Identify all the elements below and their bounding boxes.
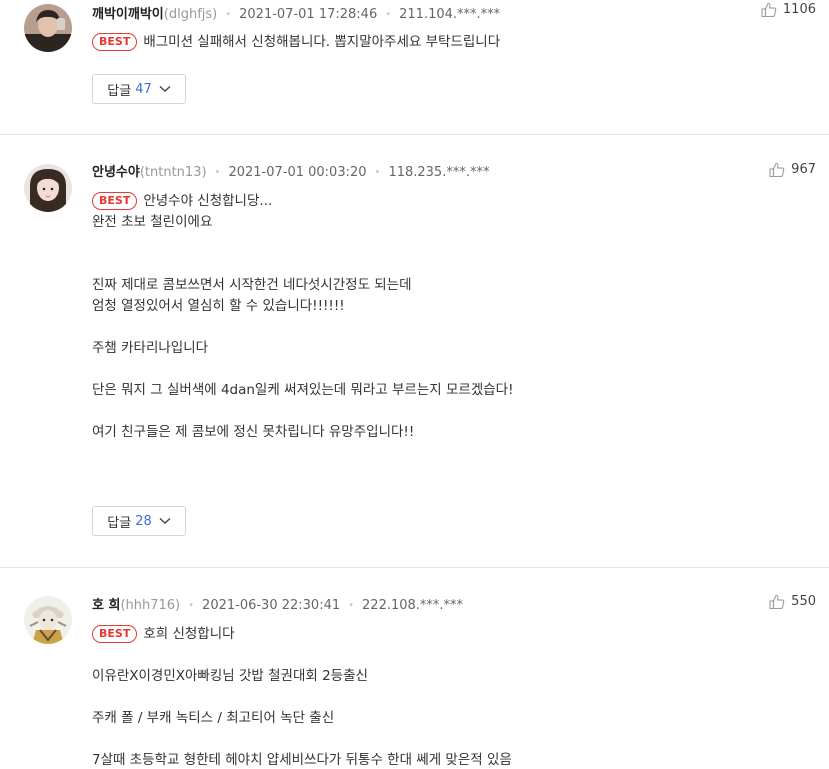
comment-line: [92, 401, 809, 422]
avatar[interactable]: [24, 164, 72, 212]
reply-count: 47: [135, 81, 152, 97]
nickname[interactable]: 안녕수야: [92, 165, 140, 180]
comment-date: 2021-07-01 00:03:20: [228, 165, 367, 180]
comment-line: [92, 645, 809, 666]
comment-date: 2021-06-30 22:30:41: [202, 598, 341, 613]
comment-meta: 안녕수야(tntntn13) • 2021-07-01 00:03:20 • 118.2…: [92, 164, 489, 182]
comment-line: 엄청 열정있어서 열심히 할 수 있습니다!!!!!!: [92, 298, 345, 314]
reply-label: 답글: [107, 83, 132, 99]
avatar[interactable]: [24, 596, 72, 644]
comment-date: 2021-07-01 17:28:46: [239, 7, 378, 22]
user-id: (dlghfjs): [163, 7, 218, 22]
comment-meta: 깨박이깨박이(dlghfjs) • 2021-07-01 17:28:46 • 211.…: [92, 6, 500, 24]
best-badge: BEST: [92, 33, 138, 51]
separator-dot: •: [385, 9, 392, 20]
chevron-down-icon: [159, 85, 171, 92]
separator-dot: •: [188, 600, 195, 611]
nickname[interactable]: 깨박이깨박이: [92, 7, 164, 22]
comment-item: 깨박이깨박이(dlghfjs) • 2021-07-01 17:28:46 • 211.…: [0, 0, 829, 135]
best-badge: BEST: [92, 192, 138, 210]
separator-dot: •: [214, 167, 221, 178]
thumbs-up-icon: [769, 594, 785, 610]
comment-line: [92, 317, 809, 338]
like-button[interactable]: 1106: [760, 1, 816, 19]
comment-line: 진짜 제대로 콤보쓰면서 시작한건 네다섯시간정도 되는데: [92, 277, 412, 293]
comment-line: [92, 687, 809, 708]
like-button[interactable]: 967: [768, 161, 816, 179]
comment-meta: 호 희(hhh716) • 2021-06-30 22:30:41 • 222.108.…: [92, 597, 463, 615]
user-id: (hhh716): [120, 598, 181, 613]
like-button[interactable]: 550: [768, 593, 816, 611]
like-count: 967: [791, 162, 816, 177]
comment-line: 호희 신청합니다: [143, 626, 235, 642]
comment-line: 7살때 초등학교 형한테 헤야치 얍세비쓰다가 뒤통수 한대 쎄게 맞은적 있음: [92, 752, 512, 768]
nickname[interactable]: 호 희: [92, 598, 120, 613]
ip-address: 118.235.***.***: [388, 165, 490, 180]
like-count: 1106: [782, 2, 816, 17]
comment-line: [92, 254, 809, 275]
comment-line: 이유란X이경민X아빠킹님 갓밥 철권대회 2등출신: [92, 668, 368, 684]
user-id: (tntntn13): [139, 165, 207, 180]
chevron-down-icon: [159, 517, 171, 524]
avatar[interactable]: [24, 4, 72, 52]
comment-line: [92, 359, 809, 380]
comment-line: 여기 친구들은 제 콤보에 정신 못차립니다 유망주입니다!!: [92, 424, 415, 440]
comment-line: 완전 초보 철린이에요: [92, 214, 213, 230]
reply-button[interactable]: 답글 47: [92, 74, 186, 104]
separator-dot: •: [225, 9, 232, 20]
comment-item: 호 희(hhh716) • 2021-06-30 22:30:41 • 222.108.…: [0, 568, 829, 769]
comment-body: BEST 배그미션 실패해서 신청해봅니다. 뽑지말아주세요 부탁드립니다: [92, 32, 809, 53]
comment-line: [92, 729, 809, 750]
comment-line: 안녕수야 신청합니당...: [143, 193, 273, 209]
comment-line: 배그미션 실패해서 신청해봅니다. 뽑지말아주세요 부탁드립니다: [143, 34, 501, 50]
reply-label: 답글: [107, 515, 132, 531]
thumbs-up-icon: [769, 162, 785, 178]
thumbs-up-icon: [761, 2, 777, 18]
comment-line: 단은 뭐지 그 실버색에 4dan일케 써져있는데 뭐라고 부르는지 모르겠습다…: [92, 382, 514, 398]
separator-dot: •: [348, 600, 355, 611]
comment-line: [92, 233, 809, 254]
comment-line: 주챔 카타리나입니다: [92, 340, 209, 356]
comment-body: BEST 안녕수야 신청합니당... 완전 초보 철린이에요 진짜 제대로 콤보쓰…: [92, 191, 809, 443]
comment-item: 안녕수야(tntntn13) • 2021-07-01 00:03:20 • 118.2…: [0, 135, 829, 568]
ip-address: 211.104.***.***: [399, 7, 501, 22]
comment-line: 주캐 폴 / 부캐 녹티스 / 최고티어 녹단 출신: [92, 710, 335, 726]
best-badge: BEST: [92, 625, 138, 643]
comment-body: BEST 호희 신청합니다 이유란X이경민X아빠킹님 갓밥 철권대회 2등출신 주…: [92, 624, 809, 769]
ip-address: 222.108.***.***: [362, 598, 464, 613]
like-count: 550: [791, 594, 816, 609]
separator-dot: •: [374, 167, 381, 178]
reply-button[interactable]: 답글 28: [92, 506, 186, 536]
reply-count: 28: [135, 513, 152, 529]
